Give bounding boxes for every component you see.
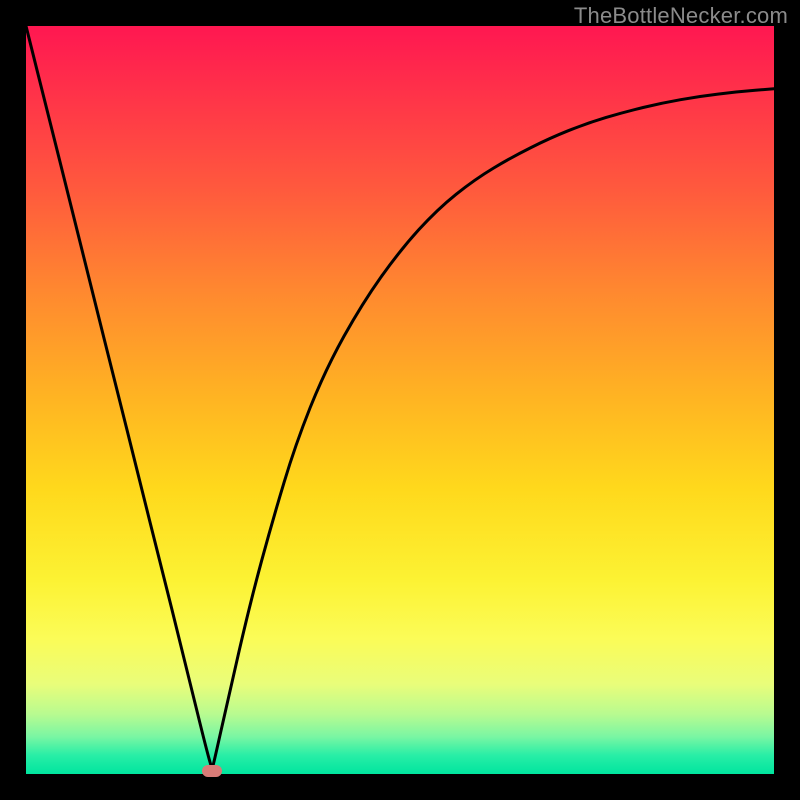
chart-frame: TheBottleNecker.com [0, 0, 800, 800]
bottleneck-curve [26, 26, 774, 774]
plot-area [26, 26, 774, 774]
optimum-marker [202, 765, 222, 777]
